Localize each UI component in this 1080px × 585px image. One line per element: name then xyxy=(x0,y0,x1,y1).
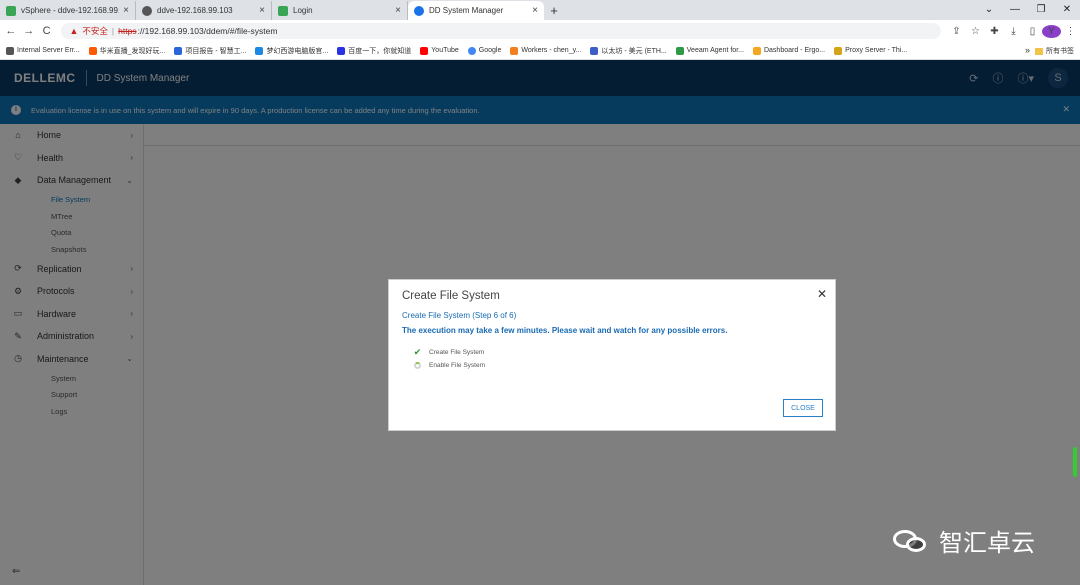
tab-favicon xyxy=(142,5,152,16)
download-icon[interactable]: ⤓ xyxy=(1004,26,1023,37)
reload-icon[interactable]: C xyxy=(40,25,54,37)
bookmark-item[interactable]: Proxy Server - Thi... xyxy=(834,46,907,55)
dialog-close-icon[interactable]: ✕ xyxy=(817,287,827,301)
checkmark-icon: ✔ xyxy=(413,347,422,357)
extensions-icon[interactable]: ✚ xyxy=(985,26,1004,37)
google-icon xyxy=(467,46,476,55)
bookmark-icon xyxy=(88,46,97,55)
browser-tab-strip: vSphere - ddve-192.168.99.10 × ddve-192.… xyxy=(0,0,1080,20)
task-item: ✔ Create File System xyxy=(413,347,485,358)
toolbar-icons: ⇪ ☆ ✚ ⤓ ▯ Y ⋮ xyxy=(947,24,1080,38)
tab-close-icon[interactable]: × xyxy=(123,5,129,16)
url-text: ://192.168.99.103/ddem/#/file-system xyxy=(137,26,278,36)
tab-favicon xyxy=(278,5,288,16)
side-panel-icon[interactable]: ▯ xyxy=(1023,26,1042,37)
bookmark-icon xyxy=(255,46,264,55)
security-label[interactable]: 不安全 xyxy=(82,25,108,37)
tab-title: ddve-192.168.99.103 xyxy=(157,6,233,15)
bookmark-icon xyxy=(590,46,599,55)
warning-icon[interactable]: ▲ xyxy=(69,26,78,36)
profile-avatar[interactable]: Y xyxy=(1041,24,1061,38)
bookmark-item[interactable]: 项目报告 - 智慧工... xyxy=(174,46,246,56)
bookmark-icon xyxy=(174,46,183,55)
scroll-indicator xyxy=(1073,447,1077,477)
task-label: Enable File System xyxy=(429,362,485,369)
url-scheme: https xyxy=(118,26,137,36)
tab-favicon xyxy=(414,5,424,16)
create-file-system-dialog: Create File System ✕ Create File System … xyxy=(388,279,836,431)
bookmark-item[interactable]: Workers - chen_y... xyxy=(510,46,581,55)
share-icon[interactable]: ⇪ xyxy=(947,26,966,37)
tab-close-icon[interactable]: × xyxy=(532,5,538,16)
watermark-text: 智汇卓云 xyxy=(939,530,1035,557)
address-separator: | xyxy=(111,26,115,36)
bookmark-icon xyxy=(675,46,684,55)
task-item: Enable File System xyxy=(413,362,485,369)
bookmark-icon xyxy=(510,46,519,55)
bookmarks-bar: Internal Server Err... 华米直播_发现好玩... 项目报告… xyxy=(0,42,1080,60)
wechat-icon xyxy=(893,528,929,554)
folder-icon xyxy=(1035,47,1043,55)
bookmark-icon xyxy=(834,46,843,55)
restore-button[interactable]: ❐ xyxy=(1028,0,1054,20)
browser-tab-active[interactable]: DD System Manager × xyxy=(408,1,544,20)
all-bookmarks[interactable]: 所有书签 xyxy=(1035,46,1074,56)
task-label: Create File System xyxy=(429,349,485,356)
bookmark-icon xyxy=(6,46,14,55)
bookmark-icon xyxy=(337,46,346,55)
tab-title: Login xyxy=(293,6,313,15)
address-bar[interactable]: ▲ 不安全 | https ://192.168.99.103/ddem/#/f… xyxy=(61,23,941,39)
dialog-step: Create File System (Step 6 of 6) xyxy=(402,311,517,320)
back-icon[interactable]: ← xyxy=(4,25,18,37)
minimize-button[interactable]: — xyxy=(1002,0,1028,20)
dialog-title: Create File System xyxy=(402,290,500,302)
tab-title: vSphere - ddve-192.168.99.10 xyxy=(21,6,120,15)
bookmark-item[interactable]: 梦幻西游电脑版官... xyxy=(255,46,328,56)
bookmark-item[interactable]: 以太坊 - 美元 (ETH... xyxy=(590,46,667,56)
tab-title: DD System Manager xyxy=(429,6,504,15)
browser-tab[interactable]: vSphere - ddve-192.168.99.10 × xyxy=(0,1,136,20)
forward-icon[interactable]: → xyxy=(22,25,36,37)
bookmark-item[interactable]: Internal Server Err... xyxy=(6,46,80,55)
tab-favicon xyxy=(6,5,16,16)
bookmark-item[interactable]: 百度一下，你就知道 xyxy=(337,46,411,56)
bookmark-star-icon[interactable]: ☆ xyxy=(966,26,985,37)
youtube-icon xyxy=(420,46,429,55)
bookmark-item[interactable]: Google xyxy=(467,46,501,55)
browser-tab[interactable]: Login × xyxy=(272,1,408,20)
bookmark-item[interactable]: Dashboard - Ergo... xyxy=(752,46,825,55)
window-controls: ⌄ — ❐ ✕ xyxy=(976,0,1080,20)
spinner-icon xyxy=(414,362,421,369)
tab-close-icon[interactable]: × xyxy=(259,5,265,16)
bookmark-item[interactable]: YouTube xyxy=(420,46,459,55)
bookmarks-more-icon[interactable]: » xyxy=(1025,45,1030,55)
close-window-button[interactable]: ✕ xyxy=(1054,0,1080,20)
dialog-message: The execution may take a few minutes. Pl… xyxy=(402,326,728,335)
browser-tab[interactable]: ddve-192.168.99.103 × xyxy=(136,1,272,20)
browser-toolbar: ← → C ▲ 不安全 | https ://192.168.99.103/dd… xyxy=(0,20,1080,42)
menu-icon[interactable]: ⋮ xyxy=(1061,26,1080,37)
close-button[interactable]: CLOSE xyxy=(783,399,823,417)
bookmark-item[interactable]: Veeam Agent for... xyxy=(675,46,744,55)
bookmark-item[interactable]: 华米直播_发现好玩... xyxy=(88,46,165,56)
tab-search-icon[interactable]: ⌄ xyxy=(976,0,1002,20)
bookmark-icon xyxy=(752,46,761,55)
new-tab-button[interactable]: + xyxy=(544,1,564,20)
watermark: 智汇卓云 xyxy=(893,523,1035,558)
tab-close-icon[interactable]: × xyxy=(395,5,401,16)
